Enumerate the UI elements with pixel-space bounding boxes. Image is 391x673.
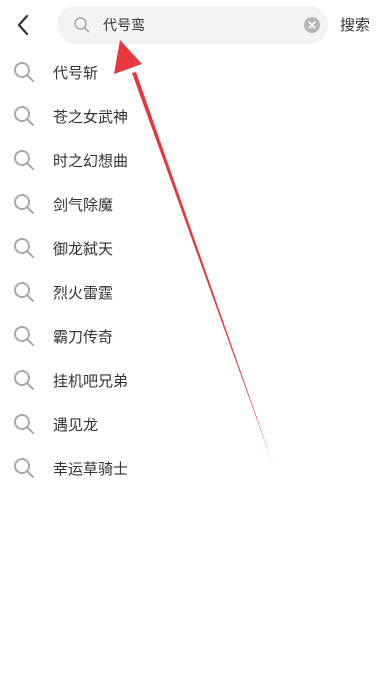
search-icon [74, 17, 90, 33]
suggestion-label: 时之幻想曲 [53, 151, 129, 170]
suggestion-item[interactable]: 幸运草骑士 [0, 446, 391, 490]
search-icon [14, 370, 34, 390]
search-button[interactable]: 搜索 [340, 14, 370, 36]
suggestion-label: 苍之女武神 [53, 107, 129, 126]
suggestion-item[interactable]: 苍之女武神 [0, 94, 391, 138]
search-icon [14, 194, 34, 214]
suggestion-label: 烈火雷霆 [53, 283, 114, 302]
search-icon [14, 282, 34, 302]
search-input[interactable] [103, 6, 299, 44]
search-icon [14, 414, 34, 434]
suggestion-item[interactable]: 代号斩 [0, 50, 391, 94]
suggestion-item[interactable]: 霸刀传奇 [0, 314, 391, 358]
suggestion-label: 剑气除魔 [53, 195, 114, 214]
suggestion-item[interactable]: 剑气除魔 [0, 182, 391, 226]
suggestion-label: 遇见龙 [53, 415, 99, 434]
chevron-left-icon [17, 14, 29, 36]
search-icon [14, 106, 34, 126]
suggestion-list: 代号斩 苍之女武神 时之幻想曲 剑气除魔 御龙弑天 烈火雷霆 霸刀传奇 挂机吧兄… [0, 50, 391, 490]
suggestion-label: 挂机吧兄弟 [53, 371, 129, 390]
search-icon [14, 62, 34, 82]
suggestion-label: 幸运草骑士 [53, 459, 129, 478]
search-icon [14, 238, 34, 258]
suggestion-item[interactable]: 烈火雷霆 [0, 270, 391, 314]
suggestion-label: 代号斩 [53, 63, 99, 82]
back-button[interactable] [8, 8, 38, 42]
search-box[interactable] [57, 6, 328, 44]
top-bar: 搜索 [0, 0, 391, 50]
suggestion-label: 霸刀传奇 [53, 327, 114, 346]
clear-circle-icon[interactable] [304, 17, 320, 33]
search-icon [14, 326, 34, 346]
suggestion-item[interactable]: 挂机吧兄弟 [0, 358, 391, 402]
suggestion-item[interactable]: 御龙弑天 [0, 226, 391, 270]
search-icon [14, 458, 34, 478]
suggestion-label: 御龙弑天 [53, 239, 114, 258]
suggestion-item[interactable]: 时之幻想曲 [0, 138, 391, 182]
search-icon [14, 150, 34, 170]
suggestion-item[interactable]: 遇见龙 [0, 402, 391, 446]
